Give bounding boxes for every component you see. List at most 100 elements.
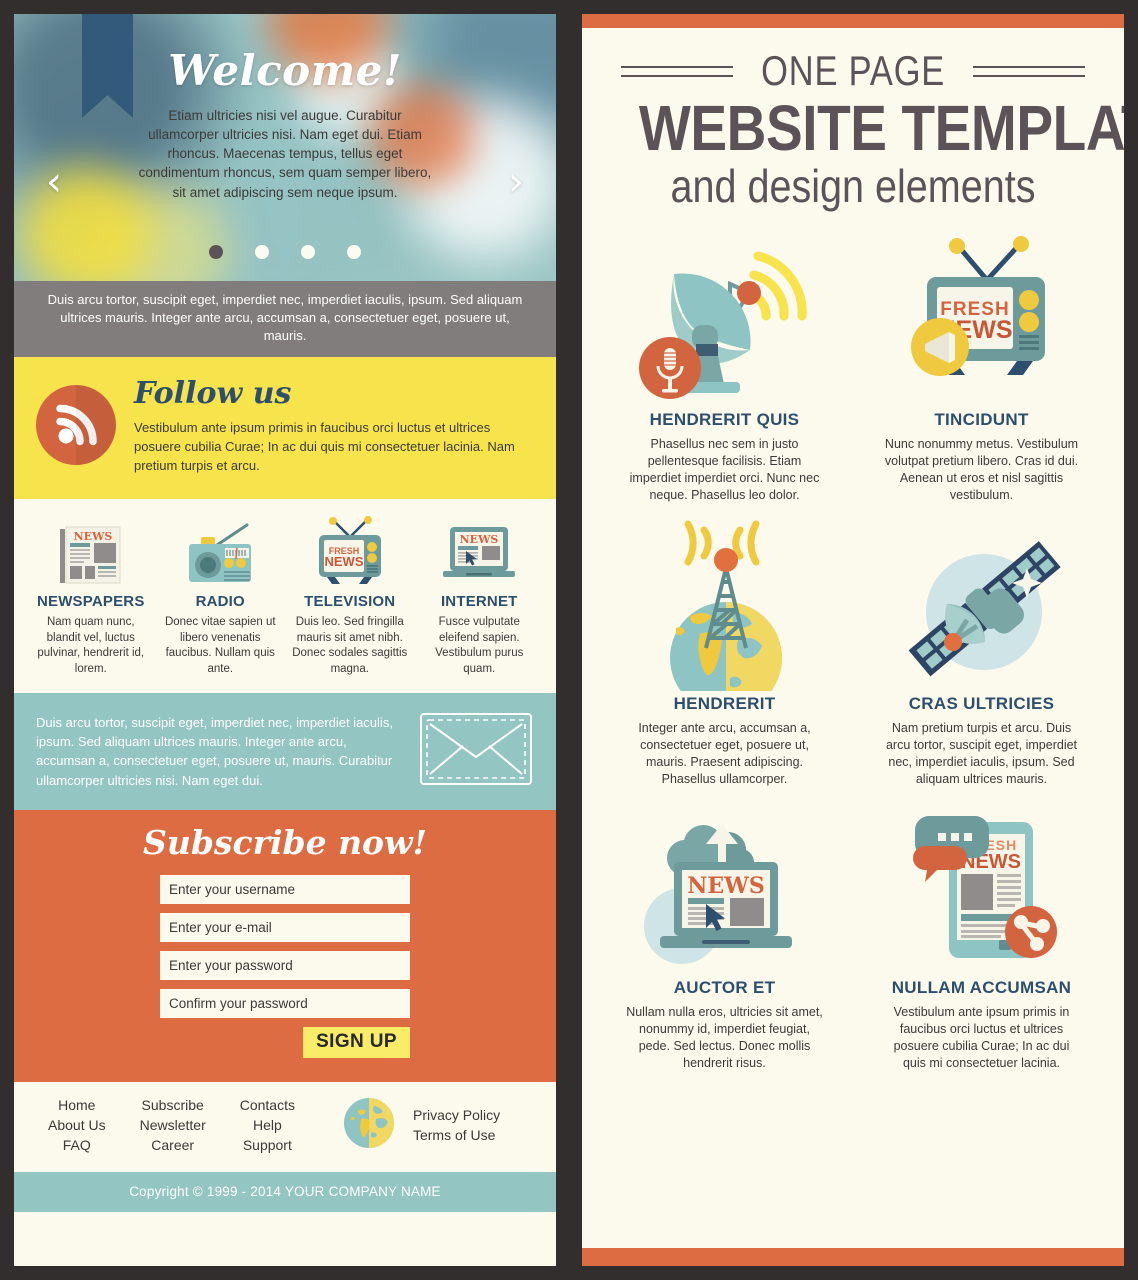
feature-title: TINCIDUNT xyxy=(934,410,1029,430)
hero-title: Welcome! xyxy=(168,46,402,95)
media-name: NEWSPAPERS xyxy=(36,593,145,611)
footer-link-contacts[interactable]: Contacts xyxy=(240,1096,295,1116)
email-input[interactable] xyxy=(160,912,410,942)
follow-us-title: Follow us xyxy=(134,375,292,411)
cover-title: WEBSITE TEMPLATE xyxy=(638,92,1124,164)
footer-link-newsletter[interactable]: Newsletter xyxy=(140,1116,206,1136)
hero-paragraph: Etiam ultricies nisi vel augue. Curabitu… xyxy=(138,108,432,200)
feature-desc: Nullam nulla eros, ultricies sit amet, n… xyxy=(626,1005,823,1071)
cover-subtitle: and design elements xyxy=(670,160,1036,212)
newsletter-section: Duis arcu tortor, suscipit eget, imperdi… xyxy=(14,692,556,810)
rss-icon[interactable] xyxy=(36,384,116,465)
svg-text:NEWS: NEWS xyxy=(73,530,112,543)
media-channels-row: NEWS NEWSPAPERS Nam quam nunc, blandit v… xyxy=(14,499,556,693)
feature-title: CRAS ULTRICIES xyxy=(908,694,1055,714)
slider-prev-button[interactable]: ‹ xyxy=(46,162,62,202)
feature-cras-ultricies: CRAS ULTRICIES Nam pretium turpis et arc… xyxy=(861,512,1102,788)
footer-link-support[interactable]: Support xyxy=(240,1136,295,1156)
globe-antenna-icon xyxy=(604,512,845,694)
feature-title: HENDRERIT QUIS xyxy=(649,410,800,430)
tablet-news-icon: FRESH NEWS xyxy=(861,796,1102,978)
media-card-television[interactable]: FRESH NEWS TELEVISION Duis leo. Sed frin… xyxy=(287,513,413,677)
feature-title: HENDRERIT xyxy=(673,694,776,714)
footer-link-career[interactable]: Career xyxy=(140,1136,206,1156)
footer-link-subscribe[interactable]: Subscribe xyxy=(140,1096,206,1116)
feature-auctor-et: NEWS AUCTOR ET Nullam nulla eros, ultric… xyxy=(604,796,845,1072)
radio-icon xyxy=(162,513,280,587)
subscribe-title: Subscribe now! xyxy=(143,822,427,862)
hero-content: Welcome! Etiam ultricies nisi vel augue.… xyxy=(14,14,556,202)
svg-text:NEWS: NEWS xyxy=(324,554,363,569)
feature-hendrerit: HENDRERIT Integer ante arcu, accumsan a,… xyxy=(604,512,845,788)
signup-button[interactable]: SIGN UP xyxy=(303,1026,410,1058)
newspaper-icon: NEWS xyxy=(32,513,150,587)
signup-button-row: SIGN UP xyxy=(160,1026,410,1058)
svg-text:NEWS: NEWS xyxy=(687,873,764,899)
footer-link-privacy-policy[interactable]: Privacy Policy xyxy=(413,1106,500,1126)
feature-desc: Nam pretium turpis et arcu. Duis arcu to… xyxy=(885,721,1078,787)
slider-dot-2[interactable] xyxy=(255,245,269,259)
confirm-password-input[interactable] xyxy=(160,988,410,1018)
media-desc: Fusce vulputate eleifend sapien. Vestibu… xyxy=(435,616,524,675)
rule-left xyxy=(620,65,733,77)
satellite-dish-icon xyxy=(604,228,845,410)
feature-grid: HENDRERIT QUIS Phasellus nec sem in just… xyxy=(604,228,1102,1072)
footer-link-terms-of-use[interactable]: Terms of Use xyxy=(413,1126,500,1146)
footer-link-help[interactable]: Help xyxy=(240,1116,295,1136)
media-card-radio[interactable]: RADIO Donec vitae sapien ut libero venen… xyxy=(158,513,284,677)
svg-text:NEWS: NEWS xyxy=(460,533,499,546)
cover-kicker: ONE PAGE xyxy=(761,47,945,94)
slider-next-button[interactable]: › xyxy=(508,162,524,202)
feature-hendrerit-quis: HENDRERIT QUIS Phasellus nec sem in just… xyxy=(604,228,845,504)
feature-desc: Nunc nonummy metus. Vestibulum volutpat … xyxy=(884,437,1079,503)
copyright-bar: Copyright © 1999 - 2014 YOUR COMPANY NAM… xyxy=(14,1171,556,1212)
feature-desc: Phasellus nec sem in justo pellentesque … xyxy=(629,437,820,503)
bottom-accent-bar xyxy=(582,1248,1124,1266)
footer-links: Home About Us FAQ Subscribe Newsletter C… xyxy=(14,1081,556,1172)
feature-tincidunt: FRESH NEWS TINCIDUNT Nunc nonummy metus.… xyxy=(861,228,1102,504)
media-name: RADIO xyxy=(195,593,245,611)
envelope-icon[interactable] xyxy=(418,711,534,792)
footer-link-column-1: Home About Us FAQ xyxy=(36,1096,118,1156)
globe-icon xyxy=(343,1097,395,1154)
feature-desc: Integer ante arcu, accumsan a, consectet… xyxy=(638,721,811,787)
media-desc: Nam quam nunc, blandit vel, luctus pulvi… xyxy=(37,616,145,675)
media-name: INTERNET xyxy=(440,593,518,611)
footer-link-home[interactable]: Home xyxy=(48,1096,106,1116)
laptop-cloud-icon: NEWS xyxy=(604,796,845,978)
media-card-internet[interactable]: NEWS INTERNET Fusce vulputate eleifend s… xyxy=(417,513,543,677)
newsletter-paragraph: Duis arcu tortor, suscipit eget, imperdi… xyxy=(36,715,393,788)
footer-legal-column: Privacy Policy Terms of Use xyxy=(413,1106,500,1146)
rule-right xyxy=(973,65,1086,77)
username-input[interactable] xyxy=(160,874,410,904)
media-desc: Duis leo. Sed fringilla mauris sit amet … xyxy=(292,616,408,675)
follow-us-section: Follow us Vestibulum ante ipsum primis i… xyxy=(14,356,556,500)
slider-dots[interactable] xyxy=(14,245,556,259)
feature-title: AUCTOR ET xyxy=(673,978,776,998)
top-accent-bar xyxy=(582,14,1124,28)
laptop-icon: NEWS xyxy=(421,513,539,587)
follow-us-paragraph: Vestibulum ante ipsum primis in faucibus… xyxy=(134,419,515,473)
poster-canvas: ‹ › Welcome! Etiam ultricies nisi vel au… xyxy=(0,0,1138,1280)
cover-kicker-row: ONE PAGE xyxy=(604,50,1102,92)
intro-caption-strip: Duis arcu tortor, suscipit eget, imperdi… xyxy=(14,281,556,357)
slider-dot-1[interactable] xyxy=(209,245,223,259)
feature-title: NULLAM ACCUMSAN xyxy=(891,978,1072,998)
slider-dot-3[interactable] xyxy=(301,245,315,259)
right-cover-panel: ONE PAGE WEBSITE TEMPLATE and design ele… xyxy=(582,14,1124,1266)
footer-link-faq[interactable]: FAQ xyxy=(48,1136,106,1156)
hero-slider[interactable]: ‹ › Welcome! Etiam ultricies nisi vel au… xyxy=(14,14,556,281)
follow-us-body: Follow us Vestibulum ante ipsum primis i… xyxy=(134,375,534,476)
television-icon: FRESH NEWS xyxy=(291,513,409,587)
footer-link-column-3: Contacts Help Support xyxy=(228,1096,307,1156)
retro-tv-icon: FRESH NEWS xyxy=(861,228,1102,410)
slider-dot-4[interactable] xyxy=(347,245,361,259)
subscribe-section: Subscribe now! SIGN UP xyxy=(14,809,556,1082)
footer-link-column-2: Subscribe Newsletter Career xyxy=(128,1096,218,1156)
password-input[interactable] xyxy=(160,950,410,980)
media-desc: Donec vitae sapien ut libero venenatis f… xyxy=(164,616,276,675)
media-card-newspapers[interactable]: NEWS NEWSPAPERS Nam quam nunc, blandit v… xyxy=(28,513,154,677)
footer-link-about-us[interactable]: About Us xyxy=(48,1116,106,1136)
satellite-icon xyxy=(861,512,1102,694)
media-name: TELEVISION xyxy=(304,593,396,611)
